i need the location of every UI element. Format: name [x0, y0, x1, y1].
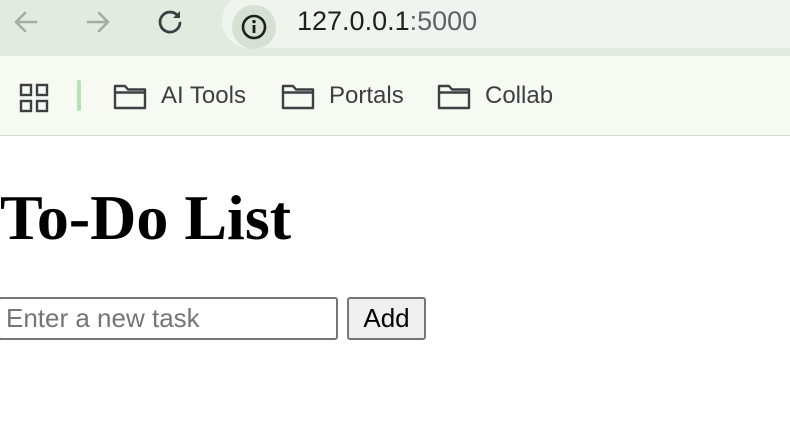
info-icon	[241, 14, 267, 40]
bookmark-label: AI Tools	[161, 82, 246, 109]
bookmark-folder-portals[interactable]: Portals	[281, 76, 404, 116]
browser-toolbar: 127.0.0.1:5000	[0, 0, 790, 56]
folder-icon	[437, 84, 471, 110]
folder-icon	[281, 84, 315, 110]
url-host: 127.0.0.1	[297, 6, 410, 36]
task-input[interactable]	[0, 297, 338, 340]
folder-icon	[113, 84, 147, 110]
bookmark-label: Collab	[485, 82, 554, 109]
address-bar[interactable]: 127.0.0.1:5000	[222, 0, 790, 49]
reload-icon	[158, 10, 182, 34]
url-port: :5000	[409, 6, 478, 36]
bookmarks-bar: AI Tools Portals Collab	[0, 56, 790, 136]
bookmark-folder-ai-tools[interactable]: AI Tools	[113, 76, 246, 116]
apps-grid-icon	[19, 83, 49, 113]
add-button[interactable]: Add	[347, 297, 426, 340]
page-content: To-Do List Add	[0, 136, 790, 437]
reload-button[interactable]	[154, 6, 186, 38]
apps-button[interactable]	[14, 78, 54, 118]
site-info-button[interactable]	[232, 5, 276, 49]
arrow-left-icon	[14, 11, 38, 33]
page-title: To-Do List	[0, 182, 292, 253]
arrow-right-icon	[86, 11, 110, 33]
bookmark-folder-collab[interactable]: Collab	[437, 76, 553, 116]
url-text[interactable]: 127.0.0.1:5000	[297, 0, 477, 42]
back-button[interactable]	[10, 6, 42, 38]
bookmark-label: Portals	[329, 82, 404, 109]
forward-button[interactable]	[82, 6, 114, 38]
bookmarks-separator	[77, 80, 81, 111]
